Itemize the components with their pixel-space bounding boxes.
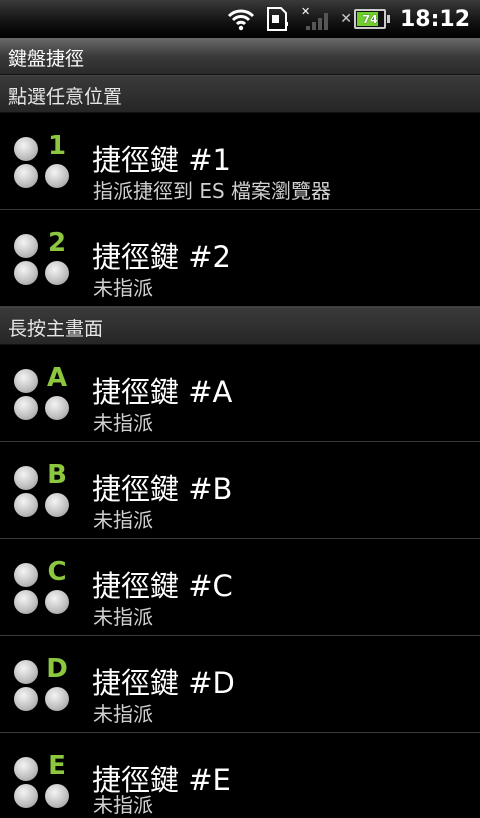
dots-icon: 2	[14, 228, 74, 286]
sd-card-icon	[266, 6, 290, 32]
section-header-long-press: 長按主畫面	[0, 307, 480, 345]
row-subtitle: 未指派	[93, 411, 153, 435]
row-subtitle: 未指派	[93, 508, 153, 532]
row-title: 捷徑鍵 #1	[92, 143, 231, 177]
key-label: 2	[47, 228, 67, 258]
shortcut-row-1[interactable]: 1 捷徑鍵 #1 指派捷徑到 ES 檔案瀏覽器	[0, 113, 480, 210]
row-title: 捷徑鍵 #D	[92, 666, 235, 700]
status-bar: ✕ ✕ 74 18:12	[0, 0, 480, 39]
key-label: C	[47, 557, 67, 587]
row-title: 捷徑鍵 #B	[92, 472, 233, 506]
shortcut-row-a[interactable]: A 捷徑鍵 #A 未指派	[0, 345, 480, 442]
key-label: B	[47, 460, 67, 490]
svg-text:✕: ✕	[301, 6, 310, 18]
shortcut-row-2[interactable]: 2 捷徑鍵 #2 未指派	[0, 210, 480, 307]
shortcut-row-c[interactable]: C 捷徑鍵 #C 未指派	[0, 539, 480, 636]
dots-icon: C	[14, 557, 74, 615]
dots-icon: 1	[14, 131, 74, 189]
signal-icon: ✕	[300, 6, 330, 32]
key-label: 1	[47, 131, 67, 161]
key-label: E	[48, 751, 66, 781]
battery-level: 74	[362, 12, 378, 26]
wifi-icon	[226, 7, 256, 31]
row-subtitle: 未指派	[93, 276, 153, 300]
row-title: 捷徑鍵 #2	[92, 240, 231, 274]
section-header-tap: 點選任意位置	[0, 75, 480, 113]
dots-icon: D	[14, 654, 74, 712]
section-header-label: 點選任意位置	[8, 86, 123, 108]
key-label: A	[46, 363, 68, 393]
title-bar: 鍵盤捷徑	[0, 38, 480, 75]
shortcut-row-e[interactable]: E 捷徑鍵 #E 未指派	[0, 733, 480, 817]
row-subtitle: 未指派	[93, 605, 153, 629]
row-subtitle: 未指派	[93, 793, 153, 817]
row-subtitle: 未指派	[93, 702, 153, 726]
shortcut-row-d[interactable]: D 捷徑鍵 #D 未指派	[0, 636, 480, 733]
key-label: D	[46, 654, 68, 684]
shortcut-row-b[interactable]: B 捷徑鍵 #B 未指派	[0, 442, 480, 539]
row-title: 捷徑鍵 #A	[92, 375, 233, 409]
battery-icon: ✕ 74	[340, 9, 390, 29]
row-subtitle: 指派捷徑到 ES 檔案瀏覽器	[93, 179, 332, 203]
status-time: 18:12	[399, 6, 470, 32]
page-title: 鍵盤捷徑	[8, 48, 85, 70]
dots-icon: B	[14, 460, 74, 518]
dots-icon: A	[14, 363, 74, 421]
dots-icon: E	[14, 751, 74, 809]
section-header-label: 長按主畫面	[8, 318, 104, 340]
row-title: 捷徑鍵 #C	[92, 569, 233, 603]
